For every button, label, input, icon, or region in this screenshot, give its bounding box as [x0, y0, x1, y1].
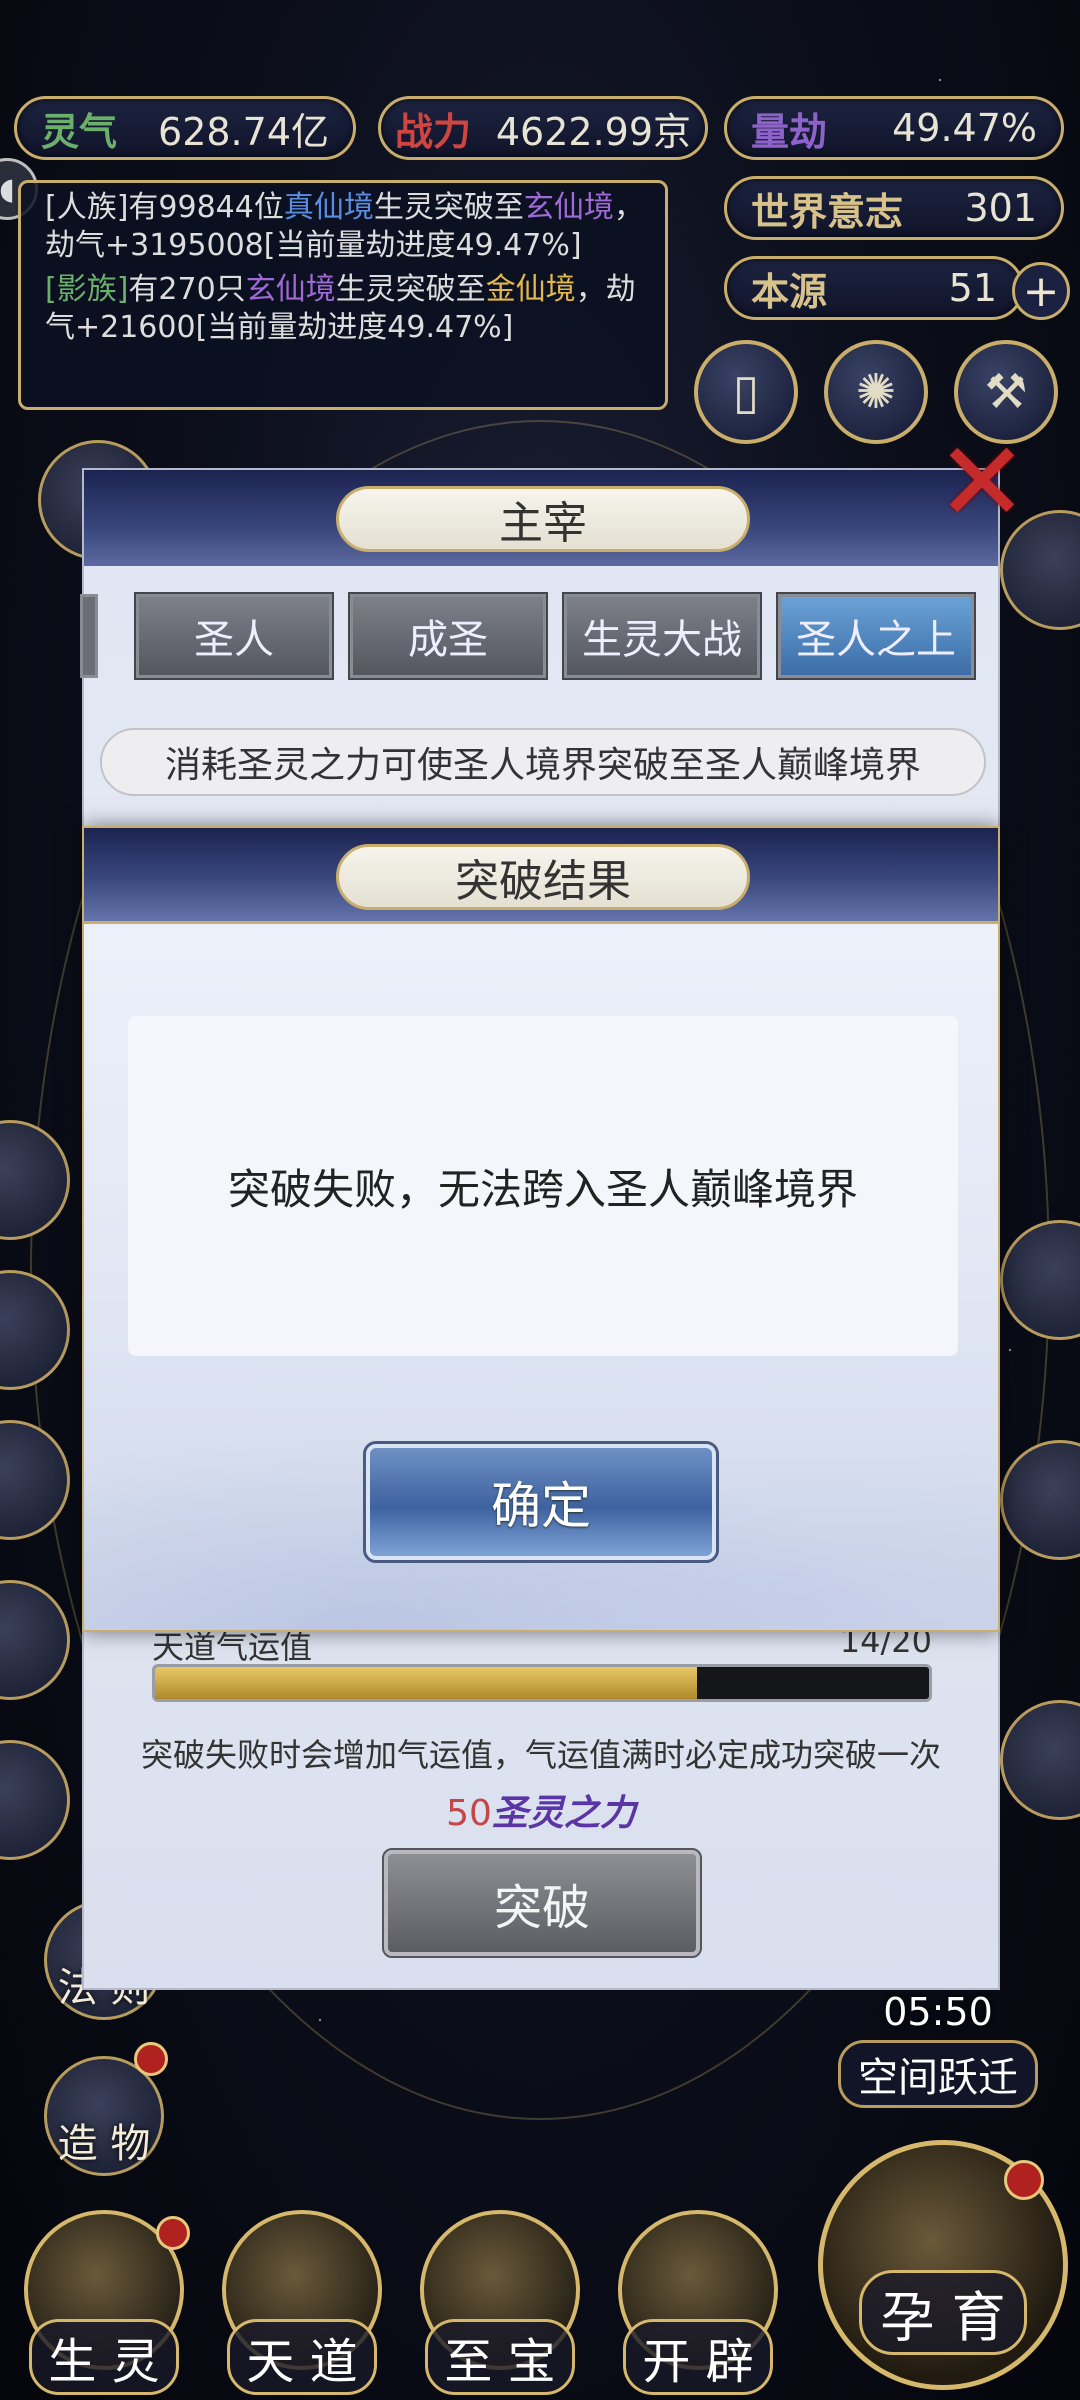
zhanli-label: 战力: [395, 108, 472, 154]
close-icon[interactable]: ✕: [934, 427, 1030, 537]
luck-progress-fill: [155, 1667, 697, 1699]
plus-icon: +: [1022, 265, 1060, 317]
benyuan-value: 51: [948, 266, 997, 310]
notification-dot: [134, 2042, 168, 2076]
lingqi-label: 灵气: [41, 108, 118, 154]
space-jump-timer: 05:50: [883, 1990, 993, 2034]
tab-shengren[interactable]: 圣人: [134, 592, 334, 680]
breakthrough-cost: 50圣灵之力: [84, 1784, 998, 1836]
ruler-tabs: 圣人 成圣 生灵大战 圣人之上: [84, 592, 998, 684]
breakthrough-description: 消耗圣灵之力可使圣人境界突破至圣人巅峰境界: [100, 728, 986, 796]
liangjie-stat[interactable]: 量劫 49.47%: [724, 96, 1064, 160]
nav-tiandao[interactable]: 天 道: [212, 2210, 392, 2395]
nav-kaipi[interactable]: 开 辟: [608, 2210, 788, 2395]
tab-chengsheng[interactable]: 成圣: [348, 592, 548, 680]
fail-note: 突破失败时会增加气运值，气运值满时必定成功突破一次: [140, 1736, 941, 1774]
ruler-dialog-header: 主宰: [84, 470, 998, 566]
tab-shengren-zhishang[interactable]: 圣人之上: [776, 592, 976, 680]
lingqi-stat[interactable]: 灵气 628.74亿: [14, 96, 356, 160]
zhanli-stat[interactable]: 战力 4622.99京: [378, 96, 708, 160]
cost-amount: 50: [446, 1793, 492, 1834]
hammer-icon: ⚒: [984, 364, 1028, 420]
event-log: [人族]有99844位真仙境生灵突破至玄仙境，劫气+3195008[当前量劫进度…: [18, 180, 668, 410]
space-jump-block[interactable]: 05:50 空间跃迁: [838, 1990, 1038, 2108]
zhanli-value: 4622.99京: [495, 109, 691, 154]
shijie-label: 世界意志: [751, 188, 904, 234]
liangjie-value: 49.47%: [892, 106, 1037, 150]
lingqi-value: 628.74亿: [158, 109, 329, 154]
creation-label: 造 物: [57, 2121, 151, 2167]
shijie-value: 301: [964, 186, 1037, 230]
benyuan-label: 本源: [751, 268, 828, 314]
nav-zhibao[interactable]: 至 宝: [410, 2210, 590, 2395]
vortex-icon-button[interactable]: ✺: [824, 340, 928, 444]
nav-yunyu-badge: [1004, 2160, 1044, 2200]
tab-shengling-dazhan[interactable]: 生灵大战: [562, 592, 762, 680]
log-line-1: [人族]有99844位真仙境生灵突破至玄仙境，劫气+3195008[当前量劫进度…: [45, 190, 644, 263]
result-dialog-title: 突破结果: [336, 844, 750, 910]
luck-progress-bar: [152, 1664, 932, 1702]
liangjie-label: 量劫: [751, 108, 828, 154]
result-message: 突破失败，无法跨入圣人巅峰境界: [128, 1016, 958, 1356]
nav-yunyu-label: 孕 育: [859, 2270, 1027, 2355]
nav-shengling-badge: [156, 2216, 190, 2250]
shijie-stat[interactable]: 世界意志 301: [724, 176, 1064, 240]
log-line-2: [影族]有270只玄仙境生灵突破至金仙境，劫气+21600[当前量劫进度49.4…: [45, 272, 636, 345]
confirm-button[interactable]: 确定: [363, 1441, 719, 1563]
scroll-icon: ▯: [732, 364, 760, 420]
benyuan-stat[interactable]: 本源 51: [724, 256, 1024, 320]
vortex-icon: ✺: [855, 364, 897, 420]
result-dialog-header: 突破结果: [84, 828, 998, 924]
breakthrough-button[interactable]: 突破: [382, 1848, 702, 1958]
space-jump-label: 空间跃迁: [838, 2040, 1038, 2108]
add-benyuan-button[interactable]: +: [1012, 262, 1070, 320]
result-dialog: 突破结果 突破失败，无法跨入圣人巅峰境界 确定: [82, 826, 1000, 1632]
ruler-dialog-title: 主宰: [336, 486, 750, 552]
scroll-icon-button[interactable]: ▯: [694, 340, 798, 444]
cost-resource: 圣灵之力: [491, 1792, 636, 1834]
